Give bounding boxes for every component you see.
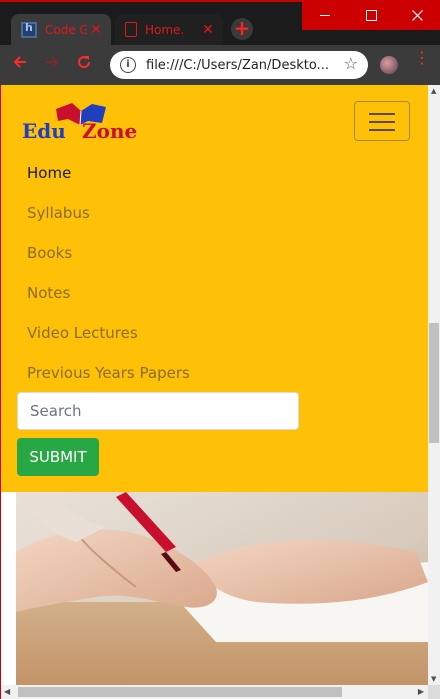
back-arrow-icon[interactable]: [8, 53, 32, 77]
tab-title: Home.: [145, 22, 185, 37]
scrollbar-corner: [428, 685, 440, 699]
site-favicon-icon: [21, 21, 37, 38]
site-navbar: Edu Zone Home Syllabus Books Notes Video…: [0, 85, 428, 492]
url-text[interactable]: file:///C:/Users/Zan/Deskto...: [146, 58, 336, 73]
hamburger-icon: [369, 113, 395, 115]
new-tab-button[interactable]: +: [231, 18, 253, 40]
scroll-up-arrow-icon[interactable]: ▲: [431, 87, 436, 95]
nav-link-books[interactable]: Books: [27, 233, 190, 273]
nav-link-home[interactable]: Home: [27, 153, 190, 193]
close-window-button[interactable]: [394, 0, 440, 30]
nav-menu: Home Syllabus Books Notes Video Lectures…: [27, 153, 190, 393]
scroll-right-arrow-icon[interactable]: ▶: [418, 687, 424, 696]
web-page: Edu Zone Home Syllabus Books Notes Video…: [0, 85, 428, 685]
writing-hand-photo: [16, 492, 428, 685]
vertical-scroll-thumb[interactable]: [429, 323, 439, 443]
horizontal-scrollbar[interactable]: ◀ ▶: [0, 685, 428, 699]
search-input[interactable]: [17, 392, 299, 430]
nav-link-notes[interactable]: Notes: [27, 273, 190, 313]
vertical-scrollbar[interactable]: ▲ ▼: [428, 85, 440, 685]
horizontal-scroll-thumb[interactable]: [18, 687, 342, 697]
info-icon[interactable]: i: [120, 57, 136, 73]
brand-word-zone: Zone: [82, 119, 138, 143]
tab-title: Code G: [45, 22, 87, 37]
maximize-icon: [365, 9, 377, 21]
minimize-button[interactable]: [302, 0, 348, 30]
nav-link-video-lectures[interactable]: Video Lectures: [27, 313, 190, 353]
tab-close-icon[interactable]: ✕: [87, 22, 105, 38]
scroll-left-arrow-icon[interactable]: ◀: [4, 687, 10, 696]
hamburger-icon: [369, 121, 395, 123]
brand-logo[interactable]: Edu Zone: [22, 101, 152, 145]
browser-toolbar: i file:///C:/Users/Zan/Deskto... ☆ ⋮: [0, 45, 440, 85]
profile-avatar[interactable]: [380, 56, 398, 74]
reload-icon[interactable]: [72, 53, 96, 77]
scroll-down-arrow-icon[interactable]: ▼: [431, 675, 436, 683]
window-border: [0, 85, 1, 699]
tab-home[interactable]: Home. ✕: [115, 14, 223, 45]
minimize-icon: [320, 14, 330, 16]
forward-arrow-icon[interactable]: [40, 53, 64, 77]
bookmark-star-icon[interactable]: ☆: [344, 56, 358, 72]
brand-word-edu: Edu: [22, 119, 66, 143]
file-icon: [125, 22, 137, 37]
menu-kebab-icon[interactable]: ⋮: [414, 50, 430, 66]
tab-close-icon[interactable]: ✕: [199, 22, 217, 38]
navbar-toggler-button[interactable]: [354, 101, 410, 141]
hamburger-icon: [369, 129, 395, 131]
submit-button[interactable]: SUBMIT: [17, 438, 99, 476]
hero-image: [16, 492, 428, 685]
window-controls: [302, 0, 440, 30]
close-icon: [411, 9, 423, 21]
maximize-button[interactable]: [348, 0, 394, 30]
nav-link-syllabus[interactable]: Syllabus: [27, 193, 190, 233]
nav-link-previous-years-papers[interactable]: Previous Years Papers: [27, 353, 190, 393]
address-bar[interactable]: i file:///C:/Users/Zan/Deskto... ☆: [110, 51, 368, 79]
browser-window: Code G ✕ Home. ✕ + i file:///C:/Us: [0, 0, 440, 699]
title-bar: Code G ✕ Home. ✕ +: [0, 0, 440, 45]
tab-code[interactable]: Code G ✕: [11, 14, 111, 45]
